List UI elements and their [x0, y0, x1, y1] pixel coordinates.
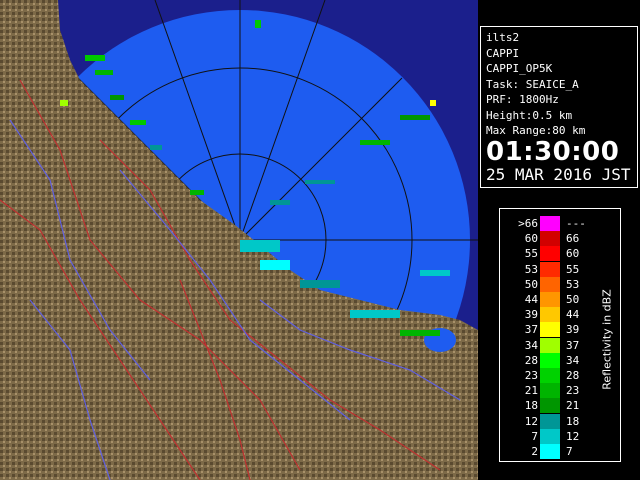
legend-row: 55 60 [500, 246, 600, 262]
legend-title: Reflectivity in dBZ [598, 269, 618, 409]
legend-high-value: 37 [566, 338, 580, 352]
legend-high-value: 21 [566, 399, 580, 413]
legend-row: 44 50 [500, 292, 600, 307]
legend-row: >66 --- [500, 216, 600, 231]
radar-product: CAPPI [486, 46, 520, 60]
legend-row: 53 55 [500, 261, 600, 277]
legend-low-value: 21 [524, 384, 538, 398]
legend-low-value: 50 [524, 277, 538, 291]
radar-info-panel: ilts2 CAPPI CAPPI_OP5K Task: SEAICE_A PR… [480, 26, 638, 188]
radar-product-id: CAPPI_OP5K [486, 62, 553, 75]
legend-high-value: --- [566, 217, 586, 230]
legend-color-swatch [540, 428, 560, 444]
radar-date: 25 MAR 2016 JST [486, 164, 631, 184]
legend-high-value: 50 [566, 293, 580, 306]
legend-low-value: 55 [524, 247, 538, 261]
legend-high-value: 12 [566, 429, 580, 443]
legend-low-value: 39 [524, 308, 538, 322]
legend-row: 60 66 [500, 231, 600, 247]
legend-low-value: 53 [524, 262, 538, 276]
legend-low-value: 7 [531, 429, 538, 443]
legend-row: 50 53 [500, 276, 600, 292]
legend-low-value: 23 [524, 369, 538, 382]
radar-map [0, 0, 478, 480]
legend-color-swatch [540, 383, 560, 399]
legend-high-value: 55 [566, 262, 580, 276]
legend-high-value: 7 [566, 445, 573, 458]
legend-low-value: 44 [524, 293, 538, 306]
legend-color-swatch [540, 368, 560, 383]
legend-high-value: 18 [566, 414, 580, 428]
legend-row: 39 44 [500, 307, 600, 323]
legend-low-value: 2 [531, 445, 538, 458]
legend-high-value: 34 [566, 353, 580, 367]
legend-high-value: 53 [566, 277, 580, 291]
legend-row: 21 23 [500, 383, 600, 399]
legend-color-swatch [540, 307, 560, 323]
radar-height: Height:0.5 km [486, 108, 573, 122]
radar-prf: PRF: 1800Hz [486, 93, 559, 106]
legend-row: 27 [500, 444, 600, 459]
legend-high-value: 28 [566, 369, 580, 382]
radar-site-name: ilts2 [486, 31, 520, 44]
legend-color-swatch [540, 231, 560, 247]
legend-color-swatch [540, 276, 560, 292]
legend-low-value: 34 [524, 338, 538, 352]
legend-low-value: >66 [518, 217, 538, 230]
legend-color-swatch [540, 261, 560, 277]
legend-color-swatch [540, 337, 560, 353]
legend-color-swatch [540, 398, 560, 414]
reflectivity-legend: Reflectivity in dBZ >66 --- 60 66 55 60 53 55 50… [499, 208, 621, 462]
legend-low-value: 28 [524, 353, 538, 367]
legend-high-value: 66 [566, 232, 580, 246]
legend-color-swatch [540, 413, 560, 429]
legend-row: 23 28 [500, 368, 600, 383]
legend-color-swatch [540, 352, 560, 368]
legend-low-value: 37 [524, 323, 538, 337]
legend-low-value: 18 [524, 399, 538, 413]
legend-row: 18 21 [500, 398, 600, 414]
legend-high-value: 39 [566, 323, 580, 337]
legend-row: 37 39 [500, 322, 600, 338]
legend-color-swatch [540, 246, 560, 262]
legend-title-text: Reflectivity in dBZ [600, 289, 614, 390]
legend-color-swatch [540, 444, 560, 459]
legend-color-swatch [540, 292, 560, 307]
legend-high-value: 44 [566, 308, 580, 322]
legend-row: 28 34 [500, 352, 600, 368]
legend-low-value: 60 [524, 232, 538, 246]
legend-high-value: 23 [566, 384, 580, 398]
legend-low-value: 12 [524, 414, 538, 428]
legend-high-value: 60 [566, 247, 580, 261]
legend-row: 34 37 [500, 337, 600, 353]
radar-task: Task: SEAICE_A [486, 77, 579, 91]
radar-map-svg [0, 0, 478, 480]
legend-color-swatch [540, 322, 560, 338]
legend-row: 7 12 [500, 428, 600, 444]
legend-color-swatch [540, 216, 560, 231]
radar-time: 01:30:00 [486, 136, 620, 167]
legend-row: 12 18 [500, 413, 600, 429]
